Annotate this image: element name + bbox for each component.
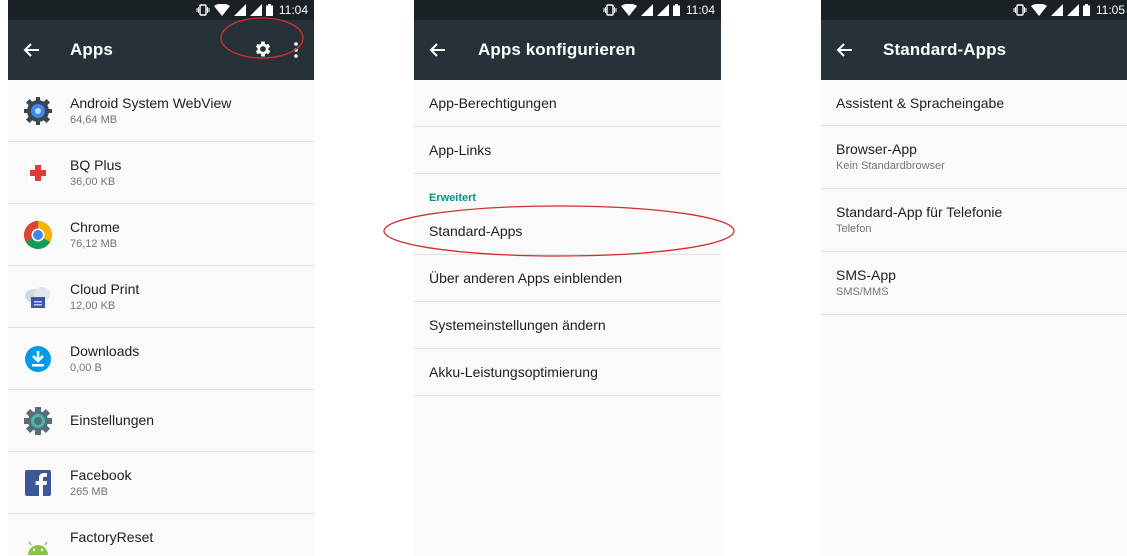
list-item[interactable]: SMS-App SMS/MMS xyxy=(821,252,1127,315)
signal-icon xyxy=(1050,4,1063,16)
gear-icon[interactable] xyxy=(253,39,273,59)
back-arrow-icon[interactable] xyxy=(835,40,855,60)
battery-icon xyxy=(672,4,680,16)
vibrate-icon xyxy=(1013,4,1027,16)
list-item[interactable]: Standard-App für Telefonie Telefon xyxy=(821,189,1127,252)
item-label: App-Berechtigungen xyxy=(429,95,557,111)
item-label: Akku-Leistungsoptimierung xyxy=(429,364,598,380)
settings-list: App-Berechtigungen App-Links Erweitert S… xyxy=(414,80,721,396)
app-name: Einstellungen xyxy=(70,412,155,428)
app-bar: Apps xyxy=(8,17,314,80)
signal-icon xyxy=(233,4,246,16)
item-title: Assistent & Spracheingabe xyxy=(836,95,1005,111)
page-title: Standard-Apps xyxy=(883,40,1007,59)
signal-icon xyxy=(656,4,669,16)
item-label: Systemeinstellungen ändern xyxy=(429,317,606,333)
downloads-icon xyxy=(25,346,51,372)
list-item[interactable]: Systemeinstellungen ändern xyxy=(414,302,721,349)
list-item[interactable]: BQ Plus 36,00 KB xyxy=(8,142,314,204)
item-subtitle: Kein Standardbrowser xyxy=(836,160,945,172)
app-name: Chrome xyxy=(70,219,120,235)
list-item[interactable]: App-Berechtigungen xyxy=(414,80,721,127)
section-header: Erweitert xyxy=(414,174,721,208)
wifi-icon xyxy=(1030,4,1047,16)
android-icon xyxy=(28,541,48,555)
list-item[interactable]: Cloud Print 12,00 KB xyxy=(8,266,314,328)
list-item[interactable]: Downloads 0,00 B xyxy=(8,328,314,390)
clock: 11:05 xyxy=(1095,3,1125,17)
list-item[interactable]: Android System WebView 64,64 MB xyxy=(8,80,314,142)
back-arrow-icon[interactable] xyxy=(428,40,448,60)
list-item[interactable]: Akku-Leistungsoptimierung xyxy=(414,349,721,396)
settings-app-icon xyxy=(24,407,52,435)
back-arrow-icon[interactable] xyxy=(22,40,42,60)
app-size: 12,00 KB xyxy=(70,300,116,312)
list-item[interactable]: Über anderen Apps einblenden xyxy=(414,255,721,302)
app-size: 0,00 B xyxy=(70,362,102,374)
app-bar: Standard-Apps xyxy=(821,20,1127,80)
item-label: Standard-Apps xyxy=(429,223,523,239)
chrome-icon xyxy=(24,221,52,249)
app-name: Facebook xyxy=(70,467,132,483)
list-item[interactable]: Facebook 265 MB xyxy=(8,452,314,514)
section-label: Erweitert xyxy=(429,192,477,204)
list-item[interactable]: FactoryReset xyxy=(8,514,314,556)
wifi-icon xyxy=(213,4,230,16)
app-name: Android System WebView xyxy=(70,95,232,111)
item-subtitle: SMS/MMS xyxy=(836,286,889,298)
signal-icon xyxy=(1066,4,1079,16)
item-subtitle: Telefon xyxy=(836,223,872,235)
clock: 11:04 xyxy=(278,3,308,17)
page-title: Apps konfigurieren xyxy=(478,40,636,59)
status-bar: 11:04 xyxy=(8,0,314,20)
list-item[interactable]: Einstellungen xyxy=(8,390,314,452)
battery-icon xyxy=(265,4,273,16)
cloud-print-icon xyxy=(25,287,50,308)
wifi-icon xyxy=(620,4,637,16)
status-bar: 11:04 xyxy=(414,0,721,20)
clock: 11:04 xyxy=(685,3,715,17)
vibrate-icon xyxy=(603,4,617,16)
default-apps-list: Assistent & Spracheingabe Browser-App Ke… xyxy=(821,80,1127,315)
item-label: Über anderen Apps einblenden xyxy=(429,270,623,286)
item-title: Browser-App xyxy=(836,141,917,157)
app-bar: Apps konfigurieren xyxy=(414,20,721,80)
overflow-menu-icon[interactable] xyxy=(293,41,299,59)
list-item[interactable]: Chrome 76,12 MB xyxy=(8,204,314,266)
list-item[interactable]: Standard-Apps xyxy=(414,208,721,255)
facebook-icon xyxy=(25,470,51,496)
configure-apps-screen: 11:04 Apps konfigurieren App-Berechtigun… xyxy=(414,0,721,556)
list-item[interactable]: Assistent & Spracheingabe xyxy=(821,80,1127,126)
item-title: SMS-App xyxy=(836,267,896,283)
app-name: FactoryReset xyxy=(70,529,154,545)
app-size: 76,12 MB xyxy=(70,238,118,250)
app-size: 36,00 KB xyxy=(70,176,116,188)
signal-icon xyxy=(249,4,262,16)
battery-icon xyxy=(1082,4,1090,16)
default-apps-screen: 11:05 Standard-Apps Assistent & Sprachei… xyxy=(821,0,1127,556)
app-size: 265 MB xyxy=(70,486,108,498)
apps-screen: 11:04 Apps Android System WebView 64,64 … xyxy=(8,0,314,556)
item-title: Standard-App für Telefonie xyxy=(836,204,1003,220)
app-size: 64,64 MB xyxy=(70,114,118,126)
vibrate-icon xyxy=(196,4,210,16)
bq-plus-icon xyxy=(28,163,48,183)
list-item[interactable]: App-Links xyxy=(414,127,721,174)
page-title: Apps xyxy=(70,40,113,59)
app-list: Android System WebView 64,64 MB BQ Plus … xyxy=(8,80,314,556)
app-name: BQ Plus xyxy=(70,157,122,173)
item-label: App-Links xyxy=(429,142,492,158)
app-name: Cloud Print xyxy=(70,281,140,297)
signal-icon xyxy=(640,4,653,16)
webview-icon xyxy=(24,97,52,125)
list-item[interactable]: Browser-App Kein Standardbrowser xyxy=(821,126,1127,189)
status-bar: 11:05 xyxy=(821,0,1127,20)
app-name: Downloads xyxy=(70,343,140,359)
